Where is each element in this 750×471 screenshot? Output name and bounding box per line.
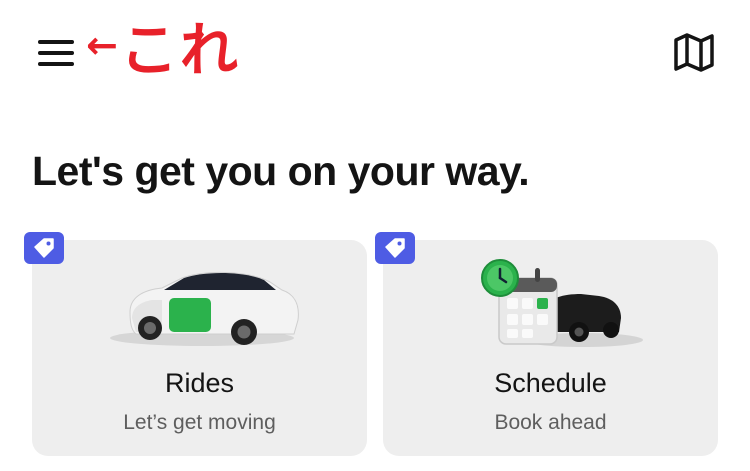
rides-promo-badge xyxy=(24,232,64,264)
tag-icon xyxy=(385,238,405,258)
rides-title: Rides xyxy=(164,368,235,398)
rides-card[interactable]: Rides Let’s get moving xyxy=(32,240,367,456)
annotation-text: これ xyxy=(119,16,240,84)
page-title: Let's get you on your way. xyxy=(32,148,530,194)
calendar-car-illustration xyxy=(481,259,643,347)
schedule-title: Schedule xyxy=(494,368,607,398)
schedule-promo-badge xyxy=(375,232,415,264)
schedule-subtitle: Book ahead xyxy=(494,411,607,434)
map-button[interactable] xyxy=(672,30,716,74)
hamburger-menu-icon xyxy=(38,40,74,44)
hamburger-menu-icon-bar xyxy=(38,62,74,66)
schedule-card[interactable]: Schedule Book ahead xyxy=(383,240,718,456)
annotation-label: ← これ xyxy=(86,10,240,84)
hamburger-menu-icon-bar xyxy=(38,51,74,55)
tag-icon xyxy=(34,238,54,258)
car-illustration xyxy=(110,271,299,346)
annotation-arrow: ← xyxy=(86,23,118,67)
map-icon xyxy=(674,33,714,72)
rides-subtitle: Let’s get moving xyxy=(123,411,276,434)
menu-button[interactable] xyxy=(34,34,78,74)
